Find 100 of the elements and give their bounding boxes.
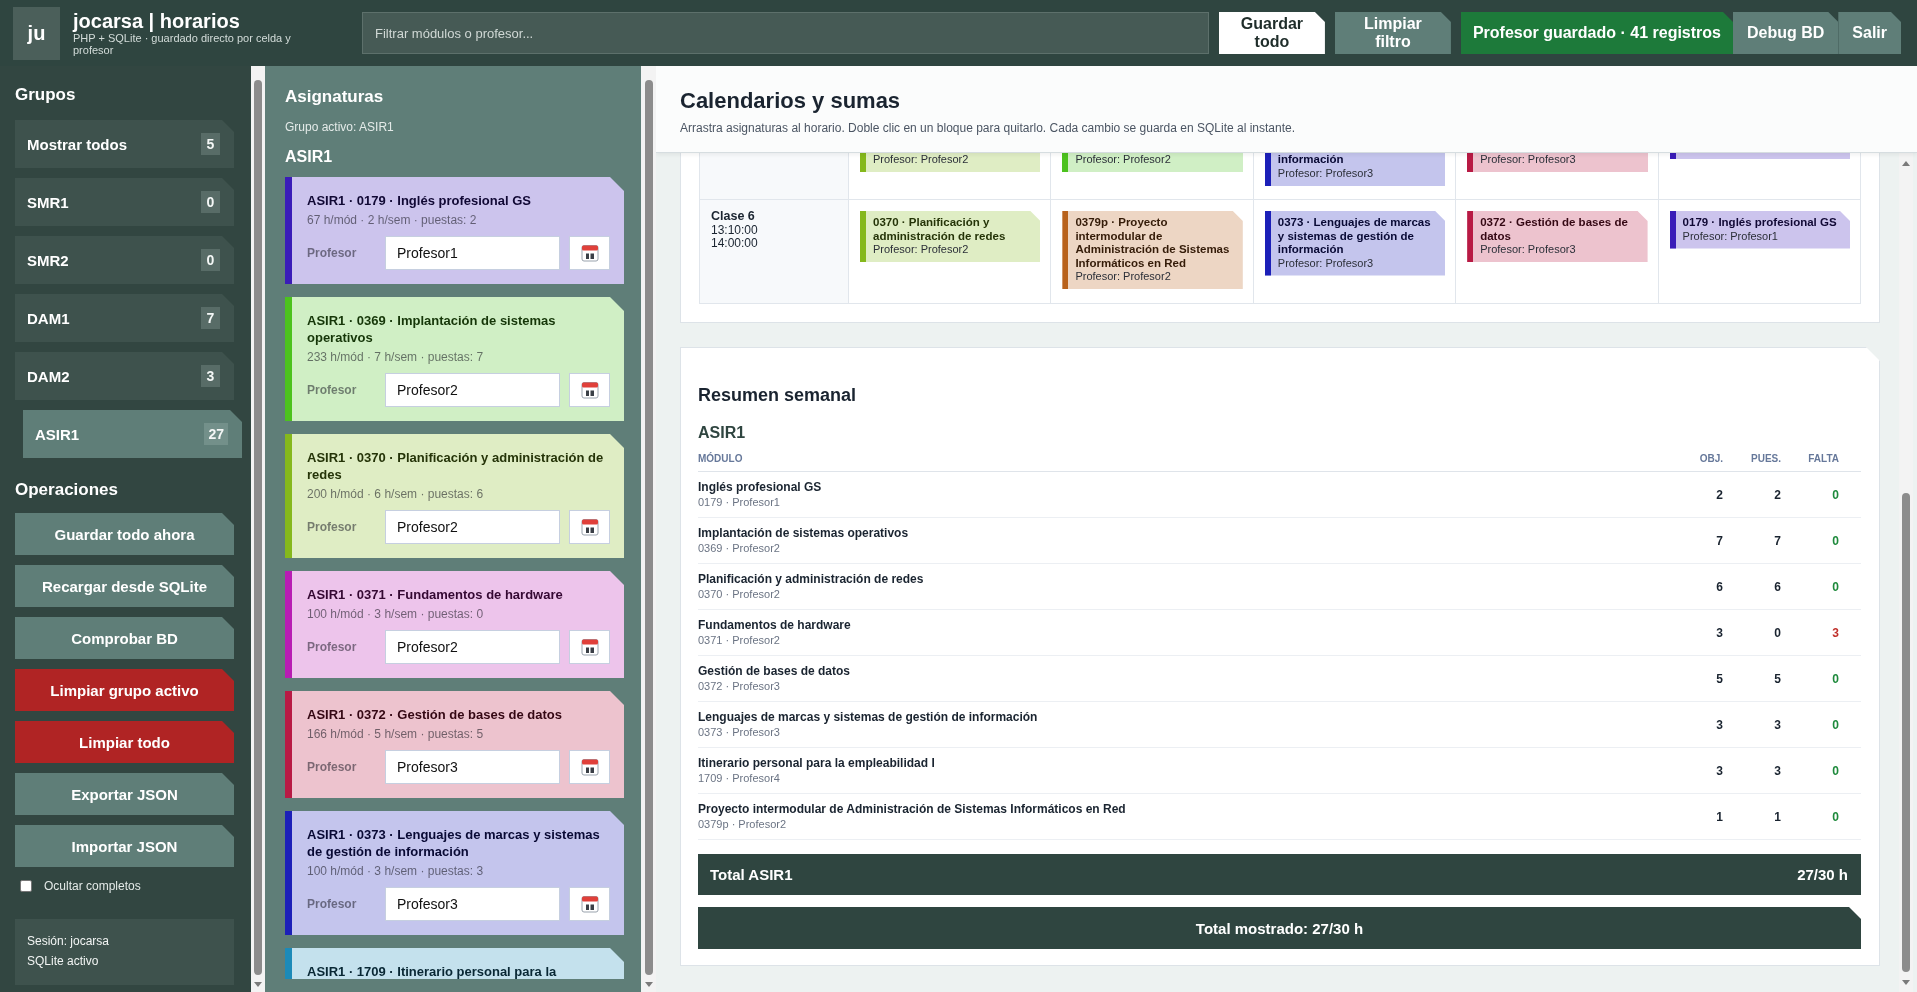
scroll-down-icon[interactable] — [644, 982, 653, 987]
count-badge: 0 — [201, 191, 220, 213]
scroll-up-icon[interactable] — [1902, 161, 1910, 166]
operation-button[interactable]: Limpiar grupo activo — [15, 669, 234, 711]
module-name: Implantación de sistemas operativos — [698, 526, 909, 541]
active-group-text: Grupo activo: ASIR1 — [285, 119, 394, 135]
subject-title: ASIR1 · 0370 · Planificación y administración de redes — [307, 449, 605, 483]
teacher-field[interactable]: Profesor2 — [385, 510, 560, 544]
schedule-block[interactable]: 0379p · Proyecto intermodular de Administración de Sistemas Informáticos en Red Profesor: Profesor2 — [1062, 211, 1243, 289]
calendar-button[interactable] — [569, 887, 610, 921]
schedule-cell[interactable]: información Profesor: Profesor3 — [1253, 153, 1457, 200]
calendar-button[interactable] — [569, 236, 610, 270]
subject-card[interactable]: ASIR1 · 0369 · Implantación de sistemas operativos 233 h/mód · 7 h/sem · puestas: 7 Profesor Profesor2 — [285, 297, 624, 421]
scroll-down-icon[interactable] — [254, 982, 262, 987]
calendar-icon — [580, 518, 599, 536]
placed-hours: 0 — [1774, 625, 1781, 640]
schedule-block[interactable]: Profesor: Profesor2 — [1062, 153, 1243, 172]
placed-hours: 1 — [1774, 809, 1781, 824]
schedule-block[interactable]: información Profesor: Profesor3 — [1264, 153, 1446, 186]
subject-card[interactable]: ASIR1 · 0370 · Planificación y administración de redes 200 h/mód · 6 h/sem · puestas: 6 Profesor Profesor2 — [285, 434, 624, 558]
schedule-cell[interactable]: Profesor: Profesor2 — [1051, 153, 1254, 200]
block-title: 0373 · Lenguajes de marcas y sistemas de gestión de información — [1277, 216, 1432, 257]
class-time: 14:00:00 — [711, 236, 758, 249]
field-label: Profesor — [307, 760, 358, 774]
block-title: 0379p · Proyecto intermodular de Administración de Sistemas Informáticos en Red — [1075, 216, 1231, 270]
schedule-cell[interactable]: Profesor: Profesor3 — [1456, 153, 1659, 200]
scrollbar-thumb[interactable] — [644, 80, 653, 975]
module-name: Itinerario personal para la empleabilidad I — [698, 756, 935, 771]
subject-card[interactable]: ASIR1 · 0371 · Fundamentos de hardware 100 h/mód · 3 h/sem · puestas: 0 Profesor Profesor2 — [285, 571, 624, 678]
schedule-block[interactable]: Profesor: Profesor2 — [860, 153, 1041, 172]
subject-card[interactable]: ASIR1 · 0373 · Lenguajes de marcas y sistemas de gestión de información 100 h/mód · 3 h/sem · puestas: 3 Profesor Profesor3 — [285, 811, 624, 935]
schedule-block[interactable]: Profesor: Profesor3 — [1467, 153, 1648, 172]
scrollbar-thumb[interactable] — [1902, 492, 1910, 972]
shown-total: Total mostrado: 27/30 h — [698, 907, 1861, 949]
schedule-cell[interactable] — [1658, 153, 1861, 200]
block-teacher: Profesor: Profesor3 — [1277, 256, 1375, 270]
placed-hours: 5 — [1774, 671, 1781, 686]
schedule-block[interactable]: 0372 · Gestión de bases de datos Profesor: Profesor3 — [1467, 211, 1648, 262]
subject-meta: 67 h/mód · 2 h/sem · puestas: 2 — [307, 213, 478, 228]
missing-hours: 3 — [1832, 625, 1839, 640]
group-item[interactable]: SMR2 0 — [15, 236, 234, 284]
schedule-block[interactable]: 0373 · Lenguajes de marcas y sistemas de gestión de información Profesor: Profesor3 — [1264, 211, 1446, 276]
search-field[interactable]: Filtrar módulos o profesor... — [362, 12, 1209, 54]
block-teacher: Profesor: Profesor2 — [1075, 153, 1172, 166]
schedule-cell[interactable]: Profesor: Profesor2 — [849, 153, 1052, 200]
count-badge: 27 — [204, 423, 228, 445]
schedule-block[interactable] — [1669, 153, 1850, 159]
operation-button[interactable]: Recargar desde SQLite — [15, 565, 234, 607]
operation-button[interactable]: Limpiar todo — [15, 721, 234, 763]
group-item[interactable]: Mostrar todos 5 — [15, 120, 234, 168]
operation-button[interactable]: Importar JSON — [15, 825, 234, 867]
toolbar-button[interactable]: Debug BD — [1733, 12, 1839, 54]
subject-card[interactable]: ASIR1 · 1709 · Itinerario personal para la — [285, 948, 624, 979]
group-item[interactable]: DAM2 3 — [15, 352, 234, 400]
calendar-button[interactable] — [569, 510, 610, 544]
schedule-block[interactable]: 0179 · Inglés profesional GS Profesor: Profesor1 — [1669, 211, 1850, 249]
group-item[interactable]: SMR1 0 — [15, 178, 234, 226]
schedule-cell[interactable]: 0179 · Inglés profesional GS Profesor: Profesor1 — [1658, 200, 1861, 304]
calendar-button[interactable] — [569, 750, 610, 784]
module-detail: 0379p · Profesor2 — [698, 817, 787, 831]
teacher-field[interactable]: Profesor1 — [385, 236, 560, 270]
summary-group: ASIR1 — [698, 424, 746, 441]
section-title: Grupos — [15, 84, 76, 106]
calendar-button[interactable] — [569, 630, 610, 664]
subject-title: ASIR1 · 0369 · Implantación de sistemas operativos — [307, 312, 557, 346]
subject-meta: 100 h/mód · 3 h/sem · puestas: 0 — [307, 607, 485, 622]
toolbar-button[interactable]: Guardar todo — [1218, 12, 1325, 54]
operation-button[interactable]: Exportar JSON — [15, 773, 234, 815]
subject-card[interactable]: ASIR1 · 0179 · Inglés profesional GS 67 h/mód · 2 h/sem · puestas: 2 Profesor Profesor1 — [285, 177, 624, 284]
teacher-field[interactable]: Profesor2 — [385, 373, 560, 407]
column-header: PUES. — [1751, 453, 1781, 465]
subject-card[interactable]: ASIR1 · 0372 · Gestión de bases de datos 166 h/mód · 5 h/sem · puestas: 5 Profesor Profesor3 — [285, 691, 624, 798]
operation-button[interactable]: Comprobar BD — [15, 617, 234, 659]
field-label: Profesor — [307, 383, 358, 397]
field-label: Profesor — [307, 640, 358, 654]
toolbar-button[interactable]: Limpiar filtro — [1334, 12, 1451, 54]
calendar-button[interactable] — [569, 373, 610, 407]
teacher-field[interactable]: Profesor3 — [385, 887, 560, 921]
target-hours: 2 — [1716, 487, 1723, 502]
schedule-cell[interactable]: 0379p · Proyecto intermodular de Administración de Sistemas Informáticos en Red Profesor: Profesor2 — [1051, 200, 1254, 304]
schedule-cell[interactable]: 0373 · Lenguajes de marcas y sistemas de gestión de información Profesor: Profesor3 — [1253, 200, 1457, 304]
schedule-cell[interactable]: 0370 · Planificación y administración de redes Profesor: Profesor2 — [849, 200, 1052, 304]
app-title: jocarsa | horarios — [73, 10, 240, 32]
checkbox[interactable] — [20, 880, 32, 892]
toolbar-button[interactable]: Salir — [1838, 12, 1901, 54]
module-detail: 0373 · Profesor3 — [698, 725, 780, 739]
calendar-icon — [580, 758, 599, 776]
scroll-down-icon[interactable] — [1902, 980, 1910, 985]
schedule-cell[interactable]: 0372 · Gestión de bases de datos Profesor: Profesor3 — [1456, 200, 1659, 304]
status-badge: Profesor guardado · 41 registros — [1460, 12, 1733, 54]
group-item[interactable]: DAM1 7 — [15, 294, 234, 342]
operation-button[interactable]: Guardar todo ahora — [15, 513, 234, 555]
teacher-field[interactable]: Profesor3 — [385, 750, 560, 784]
group-item[interactable]: ASIR1 27 — [23, 410, 242, 458]
class-label: Clase 6 — [711, 209, 755, 224]
teacher-field[interactable]: Profesor2 — [385, 630, 560, 664]
block-title: 0372 · Gestión de bases de datos — [1480, 216, 1629, 243]
scrollbar-thumb[interactable] — [254, 80, 262, 975]
missing-hours: 0 — [1832, 671, 1839, 686]
schedule-block[interactable]: 0370 · Planificación y administración de redes Profesor: Profesor2 — [860, 211, 1041, 262]
